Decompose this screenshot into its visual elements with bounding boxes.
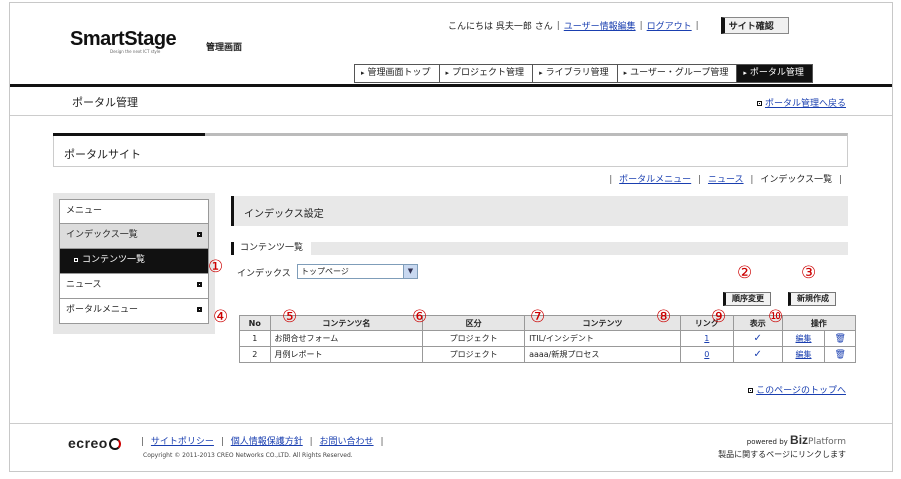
tab-library[interactable]: ▸ ライブラリ管理	[532, 64, 618, 83]
arrow-icon: ▸	[623, 69, 628, 77]
square-bullet-icon	[756, 101, 762, 106]
marker-5: ⑤	[282, 307, 298, 327]
contact-link[interactable]: お問い合わせ	[320, 437, 374, 447]
edit-link[interactable]: 編集	[796, 334, 812, 343]
new-create-button[interactable]: 新規作成	[788, 292, 836, 306]
tab-project[interactable]: ▸ プロジェクト管理	[438, 64, 534, 83]
trash-icon[interactable]: 🗑	[834, 334, 845, 344]
square-bullet-icon	[197, 282, 202, 287]
admin-label: 管理画面	[206, 43, 243, 53]
main-nav: ▸ 管理画面トップ ▸ プロジェクト管理 ▸ ライブラリ管理 ▸ ユーザー・グループ管理…	[354, 64, 813, 83]
top-user-bar: こんにちは 呉夫一郎 さん | ユーザー情報編集 | ログアウト | サイト確認	[448, 17, 789, 34]
trash-icon[interactable]: 🗑	[834, 350, 845, 360]
arrow-icon: ▸	[445, 69, 450, 77]
footer-divider	[10, 423, 892, 424]
user-info-link[interactable]: ユーザー情報編集	[564, 19, 636, 32]
footer-links: | サイトポリシー | 個人情報保護方針 | お問い合わせ |	[141, 437, 384, 447]
marker-4: ④	[213, 307, 229, 327]
check-icon: ✓	[753, 333, 762, 344]
marker-3: ③	[801, 263, 817, 283]
subnav-index-list: インデックス一覧	[760, 175, 833, 185]
index-select[interactable]: トップページ ▼	[297, 264, 418, 279]
marker-8: ⑧	[656, 307, 672, 327]
check-icon: ✓	[753, 349, 762, 360]
section-header: インデックス設定	[231, 196, 848, 226]
edit-link[interactable]: 編集	[796, 350, 812, 359]
marker-7: ⑦	[530, 307, 546, 327]
table-row: 2 月例レポート プロジェクト aaaa/新規プロセス 0 ✓ 編集 🗑	[239, 346, 856, 363]
marker-9: ⑨	[711, 307, 727, 327]
sub-header: コンテンツ一覧	[231, 242, 848, 255]
copyright: Copyright © 2011-2013 CREO Networks CO.,…	[143, 452, 353, 459]
separator: |	[556, 20, 560, 31]
tab-portal[interactable]: ▸ ポータル管理	[736, 64, 813, 83]
marker-10: ⑩	[768, 307, 784, 327]
square-bullet-icon	[74, 257, 78, 262]
arrow-icon: ▸	[361, 69, 365, 77]
logout-link[interactable]: ログアウト	[647, 19, 692, 32]
col-kind: 区分	[422, 315, 526, 331]
square-bullet-icon	[197, 307, 202, 312]
square-bullet-icon	[748, 388, 754, 393]
arrow-icon: ▸	[743, 69, 747, 77]
subnav-news[interactable]: ニュース	[708, 175, 744, 185]
sidebar: メニュー インデックス一覧 コンテンツ一覧 ニュース ポータルメニュー	[53, 193, 215, 334]
powered-note: 製品に関するページにリンクします	[718, 450, 846, 459]
table-header-row: No コンテンツ名 区分 コンテンツ リンク 表示 操作	[239, 315, 857, 331]
separator: |	[695, 20, 699, 31]
page-top-link[interactable]: このページのトップへ	[748, 383, 846, 396]
separator: |	[639, 20, 643, 31]
privacy-policy-link[interactable]: 個人情報保護方針	[231, 437, 303, 447]
arrow-icon: ▸	[539, 69, 543, 77]
greeting: こんにちは 呉夫一郎 さん	[448, 22, 553, 32]
sub-nav: | ポータルメニュー | ニュース | インデックス一覧 |	[609, 175, 842, 185]
subnav-portal-menu[interactable]: ポータルメニュー	[619, 175, 691, 185]
sidebar-item-content-list[interactable]: コンテンツ一覧	[59, 249, 209, 274]
sidebar-item-news[interactable]: ニュース	[59, 274, 209, 299]
portal-title: ポータルサイト	[64, 148, 141, 161]
index-label: インデックス	[237, 269, 291, 279]
col-no: No	[239, 315, 271, 331]
tab-user-group[interactable]: ▸ ユーザー・グループ管理	[616, 64, 738, 83]
link-count[interactable]: 1	[704, 334, 709, 343]
portal-site-bar: ポータルサイト	[53, 133, 848, 167]
header-divider	[10, 84, 892, 87]
link-count[interactable]: 0	[704, 350, 709, 359]
marker-6: ⑥	[412, 307, 428, 327]
marker-2: ②	[737, 263, 753, 283]
col-operation: 操作	[781, 315, 857, 331]
powered-by[interactable]: powered by BizPlatform 製品に関するページにリンクします	[718, 433, 846, 460]
sidebar-item-portal-menu[interactable]: ポータルメニュー	[59, 299, 209, 324]
order-change-button[interactable]: 順序変更	[723, 292, 771, 306]
ecreo-logo[interactable]: ecreo	[68, 435, 121, 451]
divider	[10, 115, 892, 116]
smartstage-logo[interactable]: SmartStage Design the next ICT style	[70, 29, 190, 55]
site-confirm-button[interactable]: サイト確認	[720, 17, 789, 34]
content-table: No コンテンツ名 区分 コンテンツ リンク 表示 操作 1 お問合せフォーム …	[239, 315, 857, 363]
table-row: 1 お問合せフォーム プロジェクト ITIL/インシデント 1 ✓ 編集 🗑	[239, 330, 856, 347]
accent-line	[53, 133, 205, 136]
tab-admin-top[interactable]: ▸ 管理画面トップ	[354, 64, 440, 83]
sidebar-item-menu: メニュー	[59, 199, 209, 224]
site-policy-link[interactable]: サイトポリシー	[151, 437, 214, 447]
logo-ring-icon	[108, 438, 121, 451]
chevron-down-icon[interactable]: ▼	[403, 265, 417, 278]
marker-1: ①	[208, 257, 224, 277]
page-frame: SmartStage Design the next ICT style 管理画…	[9, 2, 893, 472]
page-title: ポータル管理	[72, 96, 138, 109]
back-link[interactable]: ポータル管理へ戻る	[756, 96, 846, 109]
sidebar-item-index-list[interactable]: インデックス一覧	[59, 224, 209, 249]
square-bullet-icon	[197, 232, 202, 237]
